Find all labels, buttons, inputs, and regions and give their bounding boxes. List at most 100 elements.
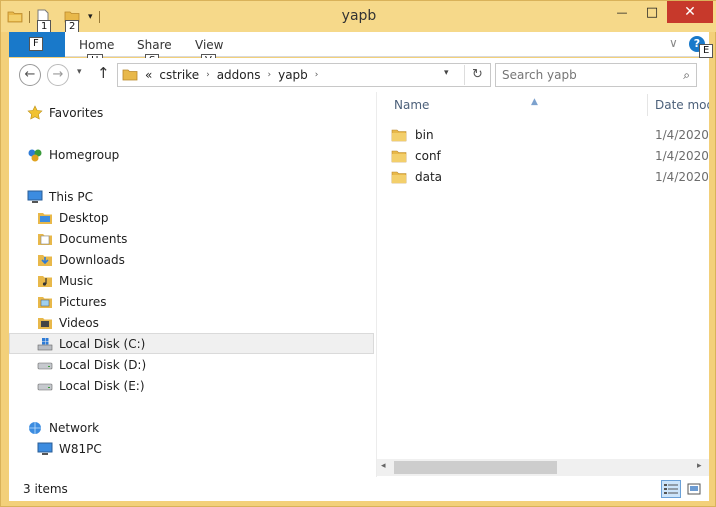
file-date: 1/4/2020 7 (655, 148, 709, 163)
desktop-folder-icon (37, 210, 53, 226)
nav-label: Homegroup (49, 147, 120, 162)
file-list-pane: Name ▲ Date modi bin 1/4/2020 7 conf 1/4… (377, 92, 709, 477)
minimize-button[interactable]: — (607, 1, 637, 23)
new-folder-icon[interactable]: 2 (64, 9, 80, 34)
recent-locations-icon[interactable]: ▾ (77, 67, 82, 77)
nav-item-desktop[interactable]: Desktop (37, 207, 367, 228)
nav-item-local-disk-d[interactable]: Local Disk (D:) (37, 354, 367, 375)
forward-arrow-icon: → (52, 67, 64, 82)
documents-folder-icon (37, 231, 53, 247)
navigation-pane: Favorites Homegroup This PC Desktop Docu… (9, 92, 376, 477)
nav-item-network[interactable]: Network (27, 417, 367, 438)
nav-item-this-pc[interactable]: This PC (27, 186, 367, 207)
file-date: 1/4/2020 7 (655, 127, 709, 142)
refresh-button[interactable]: ↻ (464, 65, 490, 85)
chevron-right-icon[interactable]: › (315, 70, 319, 80)
details-view-button[interactable] (661, 480, 681, 498)
nav-label: Documents (59, 231, 128, 246)
up-button[interactable]: ↑ (97, 64, 110, 82)
nav-label: This PC (49, 189, 93, 204)
drive-icon (37, 357, 53, 373)
computer-icon (27, 189, 43, 205)
toolbar-separator (98, 11, 100, 23)
tab-share[interactable]: Share S (137, 38, 172, 68)
tab-share-label: Share (137, 38, 172, 52)
tab-view-label: View (195, 38, 224, 52)
network-icon (27, 420, 43, 436)
chevron-right-icon[interactable]: › (267, 70, 271, 80)
nav-item-videos[interactable]: Videos (37, 312, 367, 333)
column-header-name-label: Name (394, 98, 430, 112)
scrollbar-thumb[interactable] (394, 461, 557, 474)
nav-item-local-disk-e[interactable]: Local Disk (E:) (37, 375, 367, 396)
address-history-icon[interactable]: ▾ (444, 68, 449, 78)
close-icon: ✕ (684, 4, 696, 20)
status-bar: 3 items (9, 477, 709, 501)
properties-icon[interactable]: 1 (36, 9, 52, 34)
homegroup-icon (27, 147, 43, 163)
refresh-icon: ↻ (472, 67, 483, 82)
file-row[interactable]: data 1/4/2020 7 (391, 166, 709, 187)
nav-label: W81PC (59, 441, 102, 456)
file-row[interactable]: conf 1/4/2020 7 (391, 145, 709, 166)
nav-item-pictures[interactable]: Pictures (37, 291, 367, 312)
search-icon[interactable]: ⌕ (683, 68, 690, 83)
quick-access-toolbar: 1 2 ▾ (7, 7, 102, 34)
file-name: conf (415, 148, 441, 163)
nav-label: Music (59, 273, 94, 288)
tab-file[interactable]: F (9, 32, 65, 57)
maximize-button[interactable]: □ (637, 1, 667, 23)
nav-item-favorites[interactable]: Favorites (27, 102, 367, 123)
file-date: 1/4/2020 7 (655, 169, 709, 184)
horizontal-scrollbar[interactable]: ◂ ▸ (377, 459, 709, 476)
details-view-icon (664, 484, 678, 494)
item-count: 3 items (23, 482, 68, 496)
large-icons-view-button[interactable] (684, 480, 704, 498)
keytip-f: F (29, 37, 43, 51)
tab-view[interactable]: View V (195, 38, 224, 68)
file-row[interactable]: bin 1/4/2020 7 (391, 124, 709, 145)
drive-icon (37, 378, 53, 394)
music-folder-icon (37, 273, 53, 289)
search-input[interactable] (502, 67, 672, 83)
nav-label: Pictures (59, 294, 107, 309)
column-separator[interactable] (647, 94, 648, 116)
nav-label: Favorites (49, 105, 104, 120)
nav-label: Downloads (59, 252, 125, 267)
maximize-icon: □ (645, 4, 659, 20)
nav-item-documents[interactable]: Documents (37, 228, 367, 249)
nav-item-homegroup[interactable]: Homegroup (27, 144, 367, 165)
breadcrumb-item-cstrike[interactable]: cstrike (159, 68, 199, 82)
nav-item-downloads[interactable]: Downloads (37, 249, 367, 270)
address-bar[interactable]: « cstrike › addons › yapb › ▾ ↻ (117, 63, 491, 87)
nav-label: Desktop (59, 210, 109, 225)
network-computer-icon (37, 441, 53, 457)
column-header-date-label: Date modi (655, 98, 709, 112)
pictures-folder-icon (37, 294, 53, 310)
navigation-bar: ← → ▾ ↑ « cstrike › addons › yapb › ▾ ↻ … (9, 58, 709, 92)
nav-label: Videos (59, 315, 99, 330)
breadcrumb-item-addons[interactable]: addons (217, 68, 261, 82)
close-button[interactable]: ✕ (667, 1, 713, 23)
breadcrumb-item-yapb[interactable]: yapb (278, 68, 308, 82)
scroll-right-icon[interactable]: ▸ (697, 461, 702, 471)
nav-item-local-disk-c[interactable]: Local Disk (C:) (9, 333, 374, 354)
scroll-left-icon[interactable]: ◂ (381, 461, 386, 471)
column-header-name[interactable]: Name ▲ (394, 92, 644, 118)
large-icons-view-icon (687, 483, 701, 495)
breadcrumb: « cstrike › addons › yapb › (122, 68, 318, 82)
downloads-folder-icon (37, 252, 53, 268)
breadcrumb-overflow[interactable]: « (145, 68, 152, 82)
expand-ribbon-icon[interactable]: ∨ (669, 36, 678, 50)
back-button[interactable]: ← (19, 64, 41, 86)
nav-item-music[interactable]: Music (37, 270, 367, 291)
nav-item-w81pc[interactable]: W81PC (37, 438, 367, 459)
forward-button[interactable]: → (47, 64, 69, 86)
customize-toolbar-icon[interactable]: ▾ (88, 12, 93, 22)
tab-home[interactable]: Home H (79, 38, 114, 68)
chevron-right-icon[interactable]: › (206, 70, 210, 80)
column-header-date[interactable]: Date modi (655, 92, 709, 118)
folder-icon (391, 127, 407, 143)
search-box[interactable]: ⌕ (495, 63, 697, 87)
back-arrow-icon: ← (24, 67, 36, 82)
